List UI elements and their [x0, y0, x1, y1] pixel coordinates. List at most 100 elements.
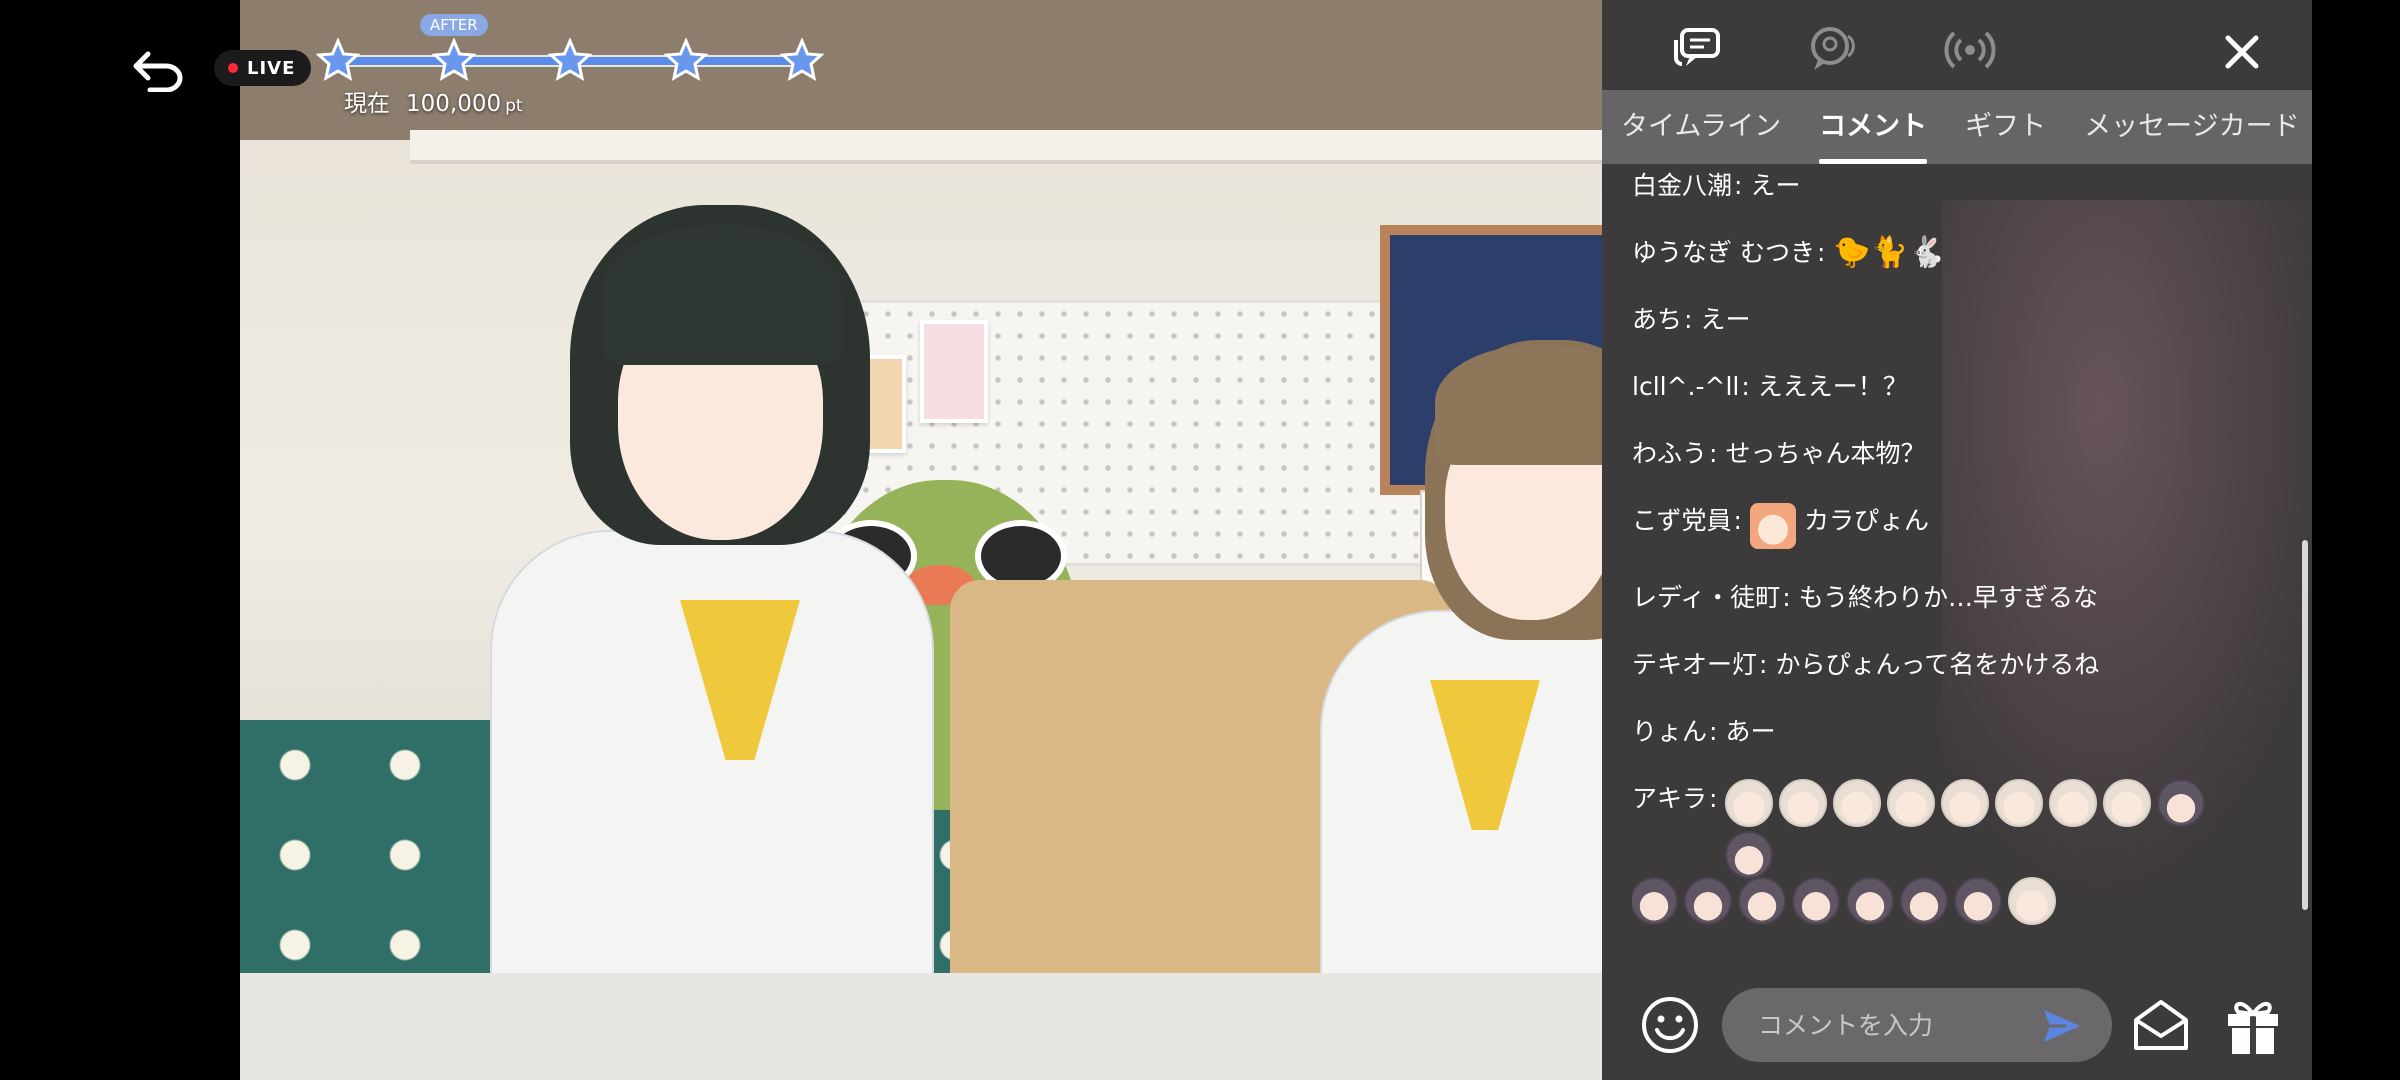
- character-stamp: [1684, 877, 1732, 925]
- live-label: LIVE: [247, 57, 296, 79]
- live-badge: LIVE: [214, 50, 312, 86]
- star-icon: [664, 38, 708, 82]
- character-stamp: [2049, 779, 2098, 827]
- star-icon: [316, 38, 360, 82]
- character-stamp: [1833, 779, 1882, 827]
- emoji-button[interactable]: [1640, 995, 1700, 1055]
- character-stamp: [1725, 779, 1774, 827]
- stamp-row: [1632, 877, 2250, 925]
- message-card-button[interactable]: [2130, 994, 2192, 1056]
- character-stamp: [1779, 779, 1828, 827]
- comment-author: レディ・徒町: [1632, 583, 1781, 612]
- back-arrow-icon: [133, 51, 183, 93]
- stream-view[interactable]: [240, 0, 1602, 1080]
- voice-chat-icon: [1811, 27, 1855, 70]
- send-icon: [2044, 1010, 2080, 1042]
- comment-author: 青空: [1632, 956, 1682, 958]
- comment-text: えええー！？: [1757, 372, 1908, 401]
- broadcast-button[interactable]: [1942, 22, 1998, 78]
- comment-author: あち: [1632, 305, 1683, 334]
- character-left-bangs: [602, 225, 842, 365]
- star-icon: [548, 38, 592, 82]
- comment-author: りょん: [1632, 717, 1708, 746]
- tab-message-card[interactable]: メッセージカード: [2065, 90, 2312, 164]
- character-stamp: [1995, 779, 2044, 827]
- character-stamp: [1846, 877, 1894, 925]
- comment-scrollbar[interactable]: [2302, 540, 2308, 910]
- chat-bubbles-icon: [1674, 28, 1720, 66]
- comment-author: テキオー灯: [1632, 650, 1758, 679]
- character-stamp: [2157, 779, 2206, 827]
- points-unit: pt: [505, 96, 523, 116]
- comment-item: テキオー灯: からぴょんって名をかけるね: [1632, 647, 2272, 683]
- character-stamp: [1900, 877, 1948, 925]
- comment-item: ゆうなぎ むつき: 🐤🐈🐇: [1632, 235, 1946, 270]
- comment-text: えー: [1750, 171, 1801, 200]
- voice-chat-button[interactable]: [1804, 22, 1860, 78]
- comment-item: レディ・徒町: もう終わりか…早すぎるな: [1632, 580, 2272, 616]
- comment-text: えー: [1700, 956, 1750, 958]
- comment-author: lcll^.-^ll: [1632, 372, 1740, 401]
- character-left-body: [490, 530, 934, 973]
- character-stamp: [2103, 779, 2152, 827]
- comment-author: わふう: [1632, 439, 1708, 468]
- panel-tabs: タイムライン コメント ギフト メッセージカード: [1602, 90, 2312, 164]
- comment-author: アキラ: [1632, 784, 1708, 813]
- star-icon: [780, 38, 824, 82]
- comment-text: カラぴょん: [1803, 506, 1929, 535]
- panel-header: [1602, 0, 2312, 90]
- character-stamp: [1941, 779, 1990, 827]
- comment-item: lcll^.-^ll: えええー！？: [1632, 369, 2272, 405]
- character-stamp: [1725, 831, 1774, 879]
- star-icon: [432, 38, 476, 82]
- chat-button[interactable]: [1672, 22, 1728, 78]
- shelf-board: [410, 130, 1602, 164]
- tab-comment[interactable]: コメント: [1800, 90, 1946, 164]
- poster: [920, 320, 988, 423]
- tab-timeline[interactable]: タイムライン: [1602, 90, 1800, 164]
- send-button[interactable]: [2040, 1004, 2084, 1048]
- comment-item: こず党員: カラぴょん: [1632, 503, 2272, 549]
- character-stamp: [1749, 503, 1796, 549]
- comment-text: からぴょんって名をかけるね: [1775, 650, 2100, 679]
- comment-author: 白金八潮: [1632, 171, 1733, 200]
- gift-button[interactable]: [2224, 994, 2282, 1056]
- gift-icon: [2228, 1002, 2278, 1054]
- message-card-icon: [2134, 1000, 2188, 1050]
- points-value: 100,000: [406, 91, 502, 117]
- character-stamp: [1887, 779, 1936, 827]
- comment-item: わふう: せっちゃん本物？: [1632, 436, 2272, 472]
- points-prefix: 現在: [344, 91, 390, 117]
- live-dot: [228, 63, 238, 73]
- comment-item: りょん: あー: [1632, 714, 2272, 750]
- comment-text: えー: [1700, 305, 1751, 334]
- comment-text: せっちゃん本物？: [1725, 439, 1926, 468]
- after-tag: AFTER: [420, 14, 488, 36]
- character-stamp: [1632, 877, 1678, 925]
- stream-letterbox: [240, 973, 1602, 1080]
- stream-scene: [240, 0, 1602, 973]
- character-stamp: [2008, 877, 2056, 925]
- close-icon: [2225, 35, 2259, 69]
- comment-author: こず党員: [1632, 506, 1732, 535]
- comment-panel: タイムライン コメント ギフト メッセージカード 白金八潮: えー ゆうなぎ むつ…: [1602, 0, 2312, 1080]
- comment-item: アキラ:: [1632, 779, 2272, 925]
- stamp-row: [1725, 779, 2245, 879]
- comment-item: 青空:えー: [1632, 956, 2272, 958]
- emoji-stamps: 🐤🐈🐇: [1833, 235, 1946, 270]
- tab-gift[interactable]: ギフト: [1946, 90, 2065, 164]
- comment-list[interactable]: 白金八潮: えー ゆうなぎ むつき: 🐤🐈🐇 あち: えー lcll^.-^ll: ええ…: [1632, 168, 2272, 958]
- character-stamp: [1954, 877, 2002, 925]
- comment-text: あー: [1725, 717, 1776, 746]
- character-stamp: [1792, 877, 1840, 925]
- close-button[interactable]: [2220, 30, 2264, 74]
- smiley-icon: [1642, 997, 1698, 1053]
- comment-text: もう終わりか…早すぎるな: [1798, 583, 2098, 612]
- comment-item: 白金八潮: えー: [1632, 168, 2272, 204]
- comment-author: ゆうなぎ むつき: [1632, 238, 1815, 267]
- back-button[interactable]: [130, 46, 188, 93]
- character-stamp: [1738, 877, 1786, 925]
- character-right-bangs: [1435, 345, 1602, 465]
- comment-item: あち: えー: [1632, 302, 2272, 338]
- broadcast-icon: [1944, 31, 1996, 69]
